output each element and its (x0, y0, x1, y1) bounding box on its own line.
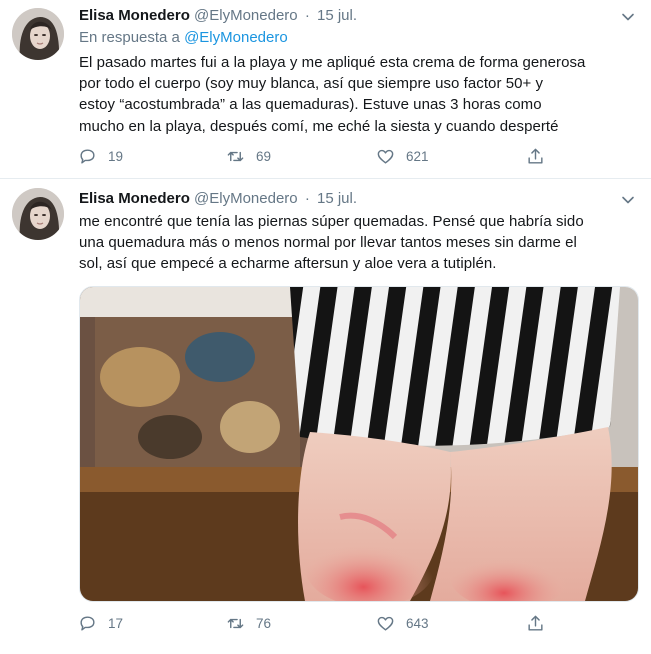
reply-label: En respuesta a (79, 29, 180, 46)
tweet[interactable]: Elisa Monedero @ElyMonedero · 15 jul. me… (0, 178, 651, 654)
share-icon (528, 615, 543, 631)
tweet-text: me encontré que tenía las piernas súper … (79, 211, 639, 275)
reply-handle-link[interactable]: @ElyMonedero (184, 29, 288, 46)
heart-icon (377, 616, 394, 631)
retweet-icon (227, 151, 244, 161)
text-line: El pasado martes fui a la playa y me apl… (79, 54, 586, 71)
retweet-count: 69 (256, 148, 272, 164)
text-line: una quemadura más o menos normal por lle… (79, 234, 577, 252)
like-count: 643 (406, 615, 429, 631)
tweet-date[interactable]: 15 jul. (317, 190, 357, 207)
retweet-count: 76 (256, 615, 272, 631)
like-button[interactable]: 621 (376, 144, 429, 168)
tweet-text: El pasado martes fui a la playa y me apl… (79, 52, 639, 137)
like-count: 621 (406, 148, 429, 164)
heart-icon (377, 149, 394, 164)
author-name[interactable]: Elisa Monedero (79, 190, 190, 207)
tweet-header: Elisa Monedero @ElyMonedero · 15 jul. (79, 6, 357, 26)
retweet-button[interactable]: 69 (226, 144, 271, 168)
separator: · (304, 190, 310, 207)
author-handle[interactable]: @ElyMonedero (194, 190, 298, 207)
tweet-date[interactable]: 15 jul. (317, 7, 357, 24)
author-name[interactable]: Elisa Monedero (79, 7, 190, 24)
avatar[interactable] (12, 188, 64, 240)
reply-count: 19 (108, 148, 124, 164)
like-button[interactable]: 643 (376, 611, 429, 635)
text-line: mucho en la playa, después comí, me eché… (79, 117, 559, 135)
share-button[interactable] (526, 611, 545, 635)
chevron-down-icon[interactable] (621, 10, 635, 24)
separator: · (304, 7, 310, 24)
tweet[interactable]: Elisa Monedero @ElyMonedero · 15 jul. En… (0, 0, 651, 178)
share-icon (528, 148, 543, 164)
text-line: me encontré que tenía las piernas súper … (79, 213, 584, 230)
reply-context: En respuesta a @ElyMonedero (79, 28, 288, 48)
retweet-icon (227, 618, 244, 628)
tweet-actions: 17 76 643 (78, 611, 558, 635)
text-line: por todo el cuerpo (soy muy blanca, así … (79, 75, 544, 93)
tweet-actions: 19 69 621 (78, 144, 558, 168)
reply-button[interactable]: 19 (78, 144, 123, 168)
text-line: sol, así que empecé a echarme aftersun y… (79, 255, 497, 273)
retweet-button[interactable]: 76 (226, 611, 271, 635)
reply-count: 17 (108, 615, 124, 631)
share-button[interactable] (526, 144, 545, 168)
text-line: estoy “acostumbrada” a las quemaduras). … (79, 96, 542, 114)
reply-icon (80, 615, 95, 631)
avatar[interactable] (12, 8, 64, 60)
reply-button[interactable]: 17 (78, 611, 123, 635)
reply-icon (80, 148, 95, 164)
author-handle[interactable]: @ElyMonedero (194, 7, 298, 24)
tweet-header: Elisa Monedero @ElyMonedero · 15 jul. (79, 189, 357, 209)
photo-image (80, 287, 638, 601)
tweet-photo[interactable] (79, 286, 639, 602)
chevron-down-icon[interactable] (621, 193, 635, 207)
